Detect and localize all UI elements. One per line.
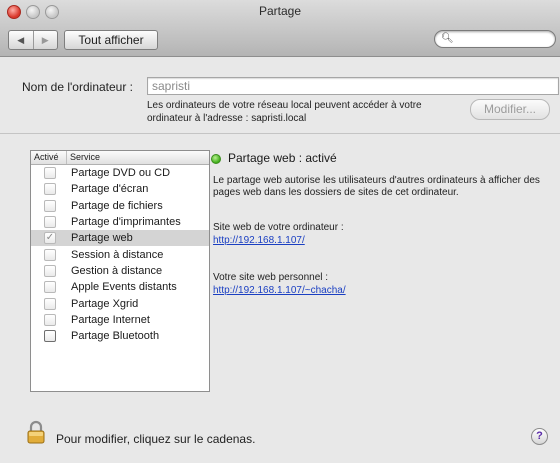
service-row[interactable]: Partage de fichiers	[31, 198, 209, 214]
service-row[interactable]: Session à distance	[31, 246, 209, 262]
computer-name-label: Nom de l'ordinateur :	[22, 80, 134, 94]
service-label: Partage de fichiers	[71, 199, 163, 212]
service-row[interactable]: Partage Xgrid	[31, 295, 209, 311]
search-field[interactable]: 🔍︎	[434, 30, 556, 48]
service-label: Partage Bluetooth	[71, 330, 160, 343]
service-row[interactable]: Partage d'écran	[31, 181, 209, 197]
help-button[interactable]: ?	[531, 428, 548, 445]
back-forward-control: ◀ ▶	[8, 30, 58, 50]
personal-site-label: Votre site web personnel :	[213, 272, 329, 283]
service-enabled-checkbox[interactable]	[44, 264, 56, 277]
computer-site-label: Site web de votre ordinateur :	[213, 222, 344, 233]
service-enabled-checkbox[interactable]	[44, 330, 56, 343]
service-row[interactable]: Partage d'imprimantes	[31, 214, 209, 230]
service-label: Apple Events distants	[71, 281, 177, 294]
service-enabled-checkbox[interactable]	[44, 167, 56, 180]
window-title: Partage	[258, 4, 302, 18]
service-label: Partage Xgrid	[71, 297, 139, 310]
service-row[interactable]: Gestion à distance	[31, 263, 209, 279]
service-label: Session à distance	[71, 248, 164, 261]
forward-icon[interactable]: ▶	[32, 31, 58, 49]
computer-name-field[interactable]: sapristi	[147, 77, 559, 95]
title-bar: Partage ◀ ▶ Tout afficher 🔍︎	[0, 0, 560, 57]
service-enabled-checkbox[interactable]	[44, 248, 56, 261]
service-enabled-checkbox[interactable]	[44, 297, 56, 310]
lock-message: Pour modifier, cliquez sur le cadenas.	[56, 432, 256, 446]
local-address-text: Les ordinateurs de votre réseau local pe…	[147, 100, 422, 124]
service-row[interactable]: ✓ Partage web	[31, 230, 209, 247]
status-indicator-icon	[211, 154, 221, 164]
service-row[interactable]: Partage DVD ou CD	[31, 165, 209, 181]
computer-site-link[interactable]: http://192.168.1.107/	[213, 235, 305, 246]
service-rows: Partage DVD ou CD Partage d'écran Partage …	[31, 165, 209, 344]
service-enabled-checkbox[interactable]	[44, 199, 56, 212]
service-row[interactable]: Partage Internet	[31, 312, 209, 328]
service-list: Activé Service Partage DVD ou CD Partage …	[30, 150, 210, 392]
modify-name-button[interactable]: Modifier...	[470, 99, 550, 120]
service-label: Partage Internet	[71, 313, 150, 326]
enabled-column-header[interactable]: Activé	[31, 151, 67, 164]
service-list-header: Activé Service	[31, 151, 209, 165]
service-enabled-checkbox[interactable]	[44, 313, 56, 326]
service-label: Gestion à distance	[71, 264, 163, 277]
sharing-preferences-window: Partage ◀ ▶ Tout afficher 🔍︎ Nom de l'or…	[0, 0, 560, 463]
service-enabled-checkbox[interactable]	[44, 183, 56, 196]
show-all-button[interactable]: Tout afficher	[64, 30, 158, 50]
section-divider	[0, 133, 560, 134]
padlock-icon[interactable]	[27, 420, 45, 444]
service-enabled-checkbox[interactable]	[44, 281, 56, 294]
back-icon[interactable]: ◀	[9, 31, 33, 49]
service-column-header[interactable]: Service	[67, 151, 100, 164]
service-label: Partage d'écran	[71, 183, 149, 196]
service-label: Partage d'imprimantes	[71, 216, 181, 229]
service-status: Partage web : activé	[228, 151, 337, 165]
service-label: Partage web	[71, 232, 133, 245]
search-icon: 🔍︎	[441, 33, 454, 44]
service-description: Le partage web autorise les utilisateurs…	[213, 175, 540, 198]
service-row[interactable]: Partage Bluetooth	[31, 328, 209, 344]
service-enabled-checkbox[interactable]	[44, 216, 56, 229]
personal-site-link[interactable]: http://192.168.1.107/~chacha/	[213, 285, 346, 296]
service-row[interactable]: Apple Events distants	[31, 279, 209, 295]
service-enabled-checkbox[interactable]: ✓	[44, 232, 56, 245]
service-label: Partage DVD ou CD	[71, 167, 171, 180]
